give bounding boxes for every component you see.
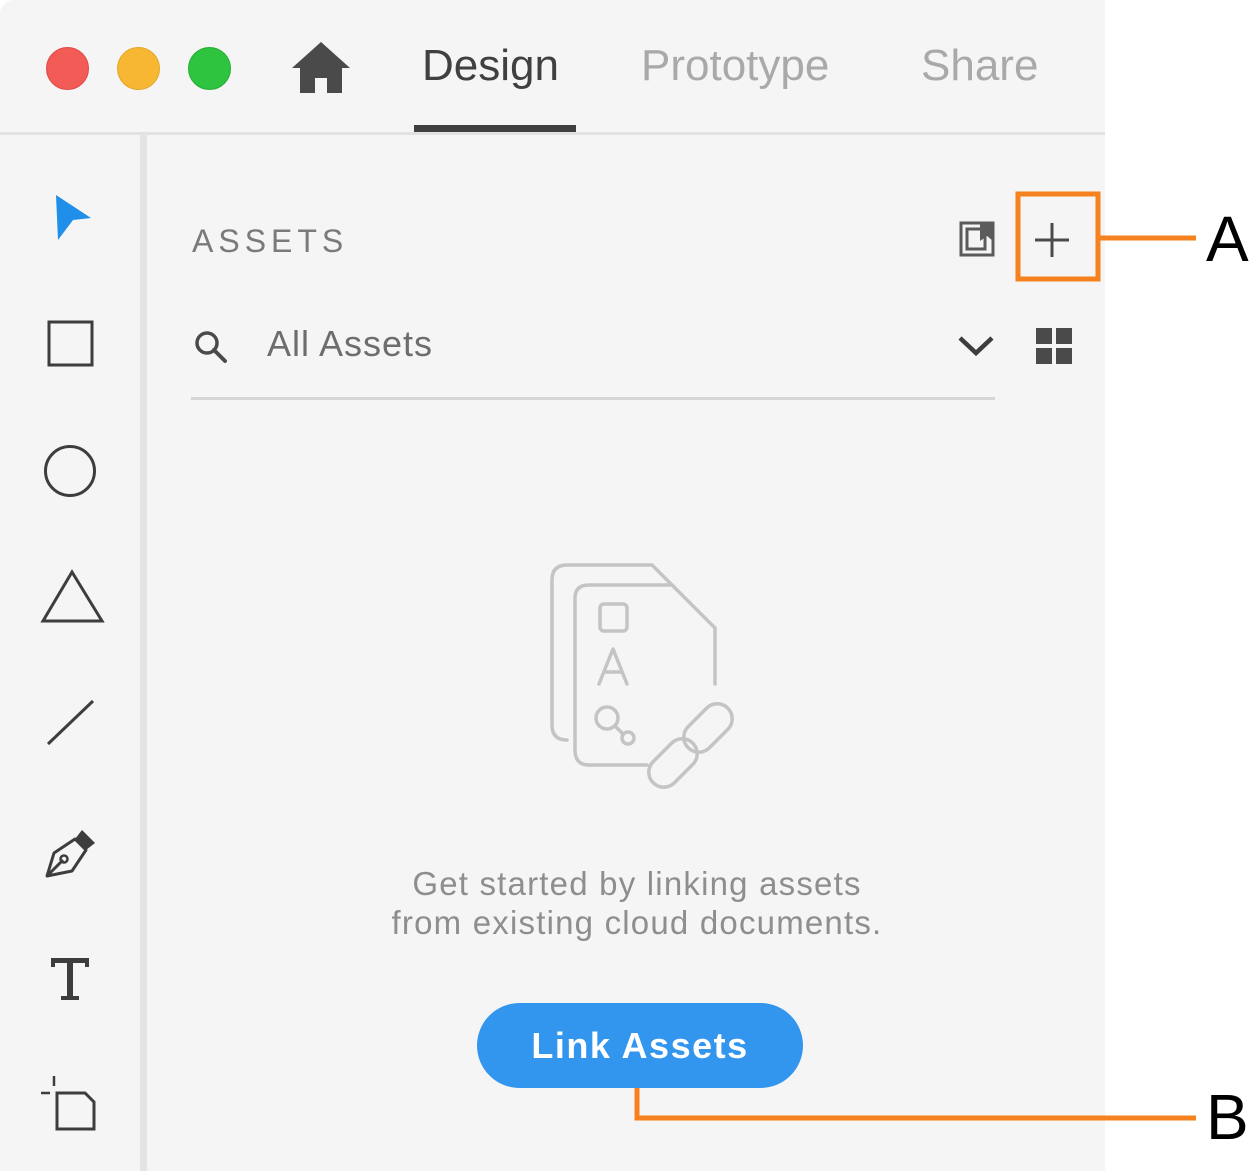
callout-label-b: B [1206,1081,1249,1153]
callout-lines [634,191,1196,1121]
callout-label-a: A [1206,203,1249,275]
